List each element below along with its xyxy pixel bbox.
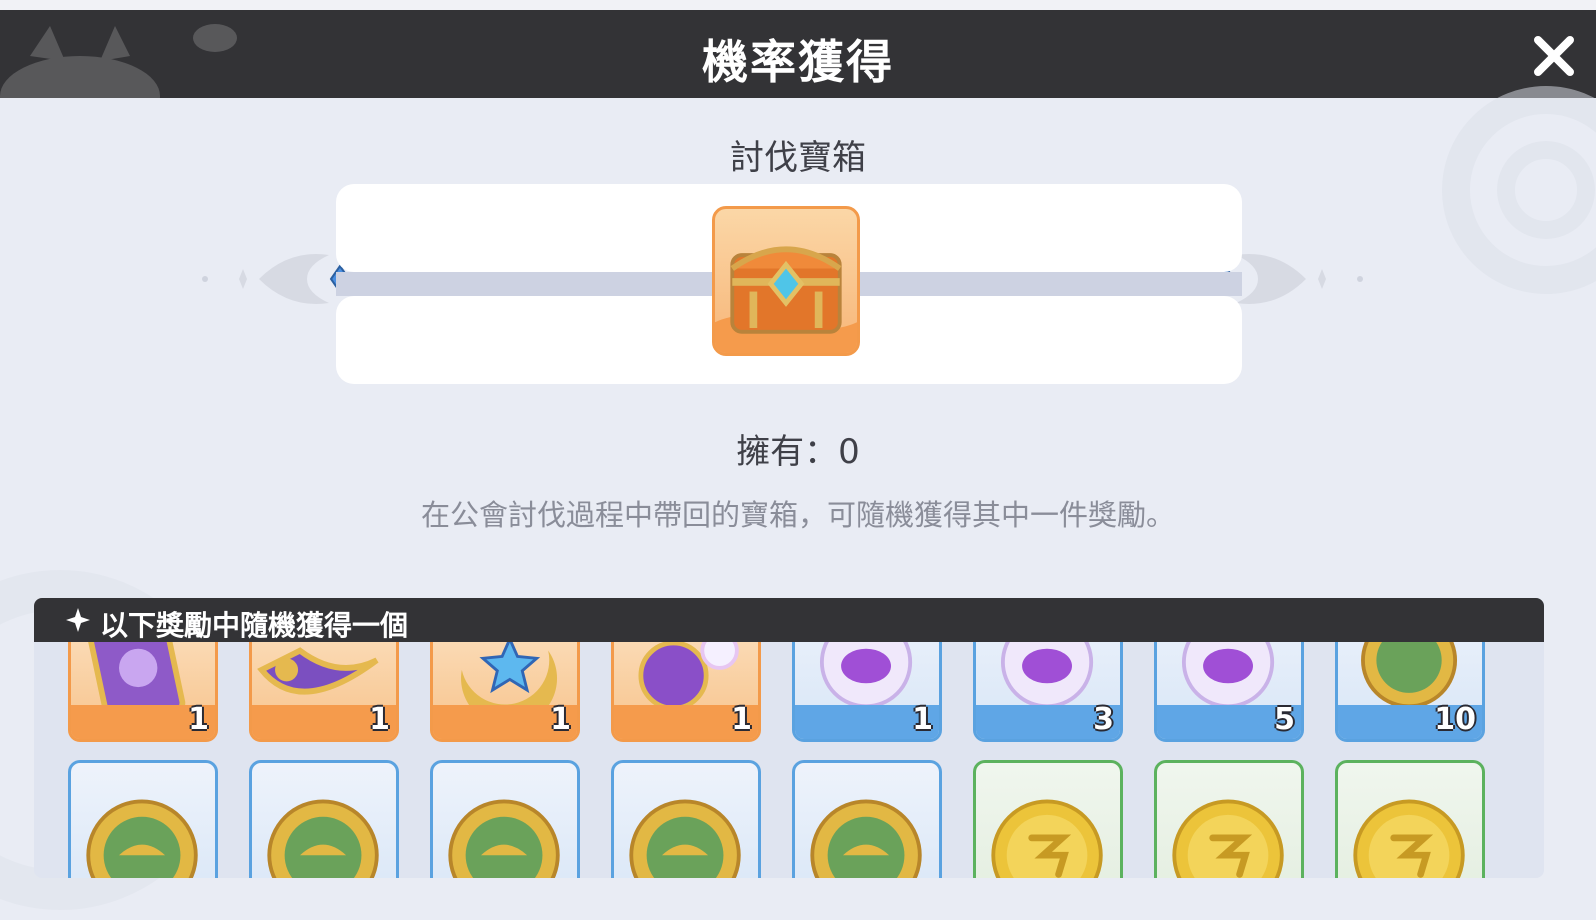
close-icon[interactable] <box>1530 32 1578 80</box>
reward-item[interactable] <box>249 760 399 878</box>
guild-coin-icon <box>629 799 741 878</box>
reward-item[interactable] <box>611 760 761 878</box>
rewards-header: 以下獎勵中隨機獲得一個 <box>34 598 1544 642</box>
rewards-section: 以下獎勵中隨機獲得一個 1 1 1 1 1 3 5 10 <box>34 598 1544 878</box>
reward-item[interactable] <box>430 760 580 878</box>
reward-quantity: 1 <box>550 702 571 737</box>
reward-item[interactable] <box>973 760 1123 878</box>
sparkle-icon <box>66 608 90 632</box>
guild-coin-icon <box>448 799 560 878</box>
page-title: 機率獲得 <box>702 35 894 89</box>
owned-label: 擁有： <box>736 432 839 472</box>
reward-item[interactable]: 1 <box>792 642 942 742</box>
ornament-left-icon <box>202 254 351 304</box>
reward-item[interactable]: 1 <box>249 642 399 742</box>
background-swirl-icon <box>1442 86 1596 294</box>
reward-quantity: 10 <box>1434 702 1476 737</box>
reward-item[interactable]: 10 <box>1335 642 1485 742</box>
reward-item[interactable]: 1 <box>611 642 761 742</box>
rewards-title: 以下獎勵中隨機獲得一個 <box>100 609 409 642</box>
reward-item[interactable]: 1 <box>430 642 580 742</box>
reward-quantity: 1 <box>369 702 390 737</box>
reward-item[interactable] <box>68 760 218 878</box>
gold-coin-icon <box>1353 799 1465 878</box>
reward-quantity: 1 <box>188 702 209 737</box>
chest-description: 在公會討伐過程中帶回的寶箱，可隨機獲得其中一件獎勵。 <box>420 498 1175 532</box>
reward-item[interactable]: 5 <box>1154 642 1304 742</box>
reward-item[interactable]: 1 <box>68 642 218 742</box>
title-bar: 機率獲得 <box>0 10 1596 98</box>
reward-quantity: 3 <box>1093 702 1114 737</box>
guild-coin-icon <box>267 799 379 878</box>
rewards-grid: 1 1 1 1 1 3 5 10 <box>68 642 1544 878</box>
chest-name: 討伐寶箱 <box>730 138 866 178</box>
owned-count-row: 擁有：0 <box>0 424 1596 473</box>
owned-count: 0 <box>838 432 860 472</box>
reward-quantity: 1 <box>912 702 933 737</box>
gold-coin-icon <box>991 799 1103 878</box>
reward-quantity: 1 <box>731 702 752 737</box>
reward-quantity: 5 <box>1274 702 1295 737</box>
reward-item[interactable] <box>1335 760 1485 878</box>
reward-item[interactable]: 3 <box>973 642 1123 742</box>
gold-coin-icon <box>1172 799 1284 878</box>
reward-item[interactable] <box>792 760 942 878</box>
treasure-chest-icon <box>712 206 860 356</box>
guild-coin-icon <box>86 799 198 878</box>
reward-item[interactable] <box>1154 760 1304 878</box>
top-strip <box>0 0 1596 10</box>
guild-coin-icon <box>810 799 922 878</box>
